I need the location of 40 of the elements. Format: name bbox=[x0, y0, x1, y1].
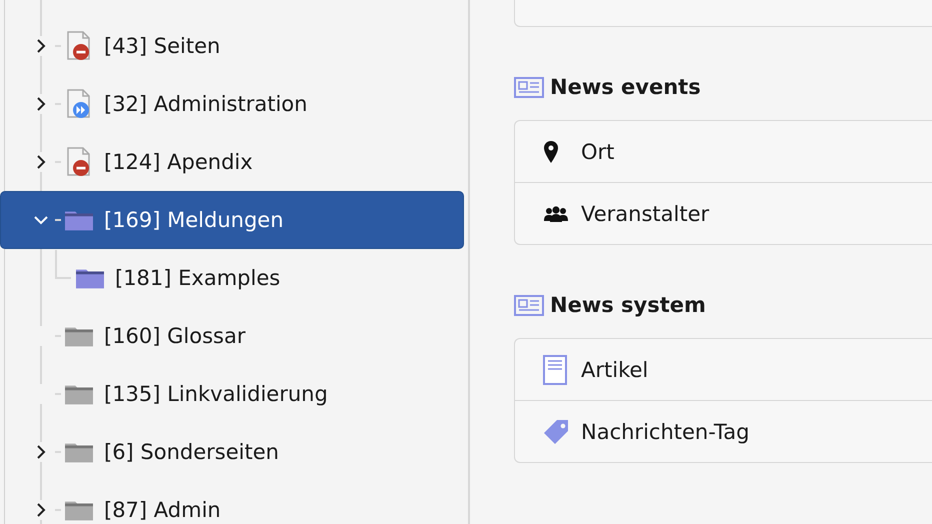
tree-item[interactable]: [87] Admin bbox=[0, 481, 464, 524]
tree-item[interactable]: [160] Glossar bbox=[0, 307, 464, 365]
hidden-page-icon bbox=[65, 31, 93, 61]
record-link[interactable]: Veranstalter bbox=[515, 182, 932, 244]
pin-icon bbox=[543, 140, 559, 164]
tree-item[interactable]: [6] Sonderseiten bbox=[0, 423, 464, 481]
tree-item[interactable]: [32] Administration bbox=[0, 75, 464, 133]
record-link[interactable]: Artikel bbox=[515, 339, 932, 400]
tree-item-label: [6] Sonderseiten bbox=[104, 440, 279, 464]
tree-item-label: [160] Glossar bbox=[104, 324, 246, 348]
folder-icon bbox=[76, 267, 104, 289]
tree-item[interactable]: [169] Meldungen bbox=[0, 191, 464, 249]
section-heading: News system bbox=[550, 293, 706, 317]
record-link[interactable]: Nachrichten-Tag bbox=[515, 400, 932, 462]
tag-icon bbox=[543, 418, 571, 446]
tree-item[interactable]: [43] Seiten bbox=[0, 17, 464, 75]
record-link[interactable]: Ort bbox=[515, 121, 932, 182]
tree-item[interactable]: [181] Examples bbox=[0, 249, 464, 307]
folder-icon bbox=[65, 325, 93, 347]
tree-item[interactable]: [124] Apendix bbox=[0, 133, 464, 191]
tree-item-label: [43] Seiten bbox=[104, 34, 220, 58]
folder-icon bbox=[65, 441, 93, 463]
document-icon bbox=[543, 354, 567, 384]
tree-item-label: [169] Meldungen bbox=[104, 208, 284, 232]
tree-item-label: [124] Apendix bbox=[104, 150, 253, 174]
tree-item[interactable]: [135] Linkvalidierung bbox=[0, 365, 464, 423]
tree-item-label: [181] Examples bbox=[115, 266, 280, 290]
folder-icon bbox=[65, 209, 93, 231]
tree-item-label: [87] Admin bbox=[104, 498, 221, 522]
folder-icon bbox=[65, 383, 93, 405]
newspaper-icon bbox=[514, 294, 544, 316]
tree-line bbox=[55, 250, 71, 279]
folder-icon bbox=[65, 499, 93, 521]
section-heading: News events bbox=[550, 75, 701, 99]
hidden-page-icon bbox=[65, 147, 93, 177]
people-icon bbox=[543, 204, 569, 222]
newspaper-icon bbox=[514, 76, 544, 98]
shortcut-page-icon bbox=[65, 89, 93, 119]
tree-item-label: [135] Linkvalidierung bbox=[104, 382, 328, 406]
tree-item-label: [32] Administration bbox=[104, 92, 308, 116]
